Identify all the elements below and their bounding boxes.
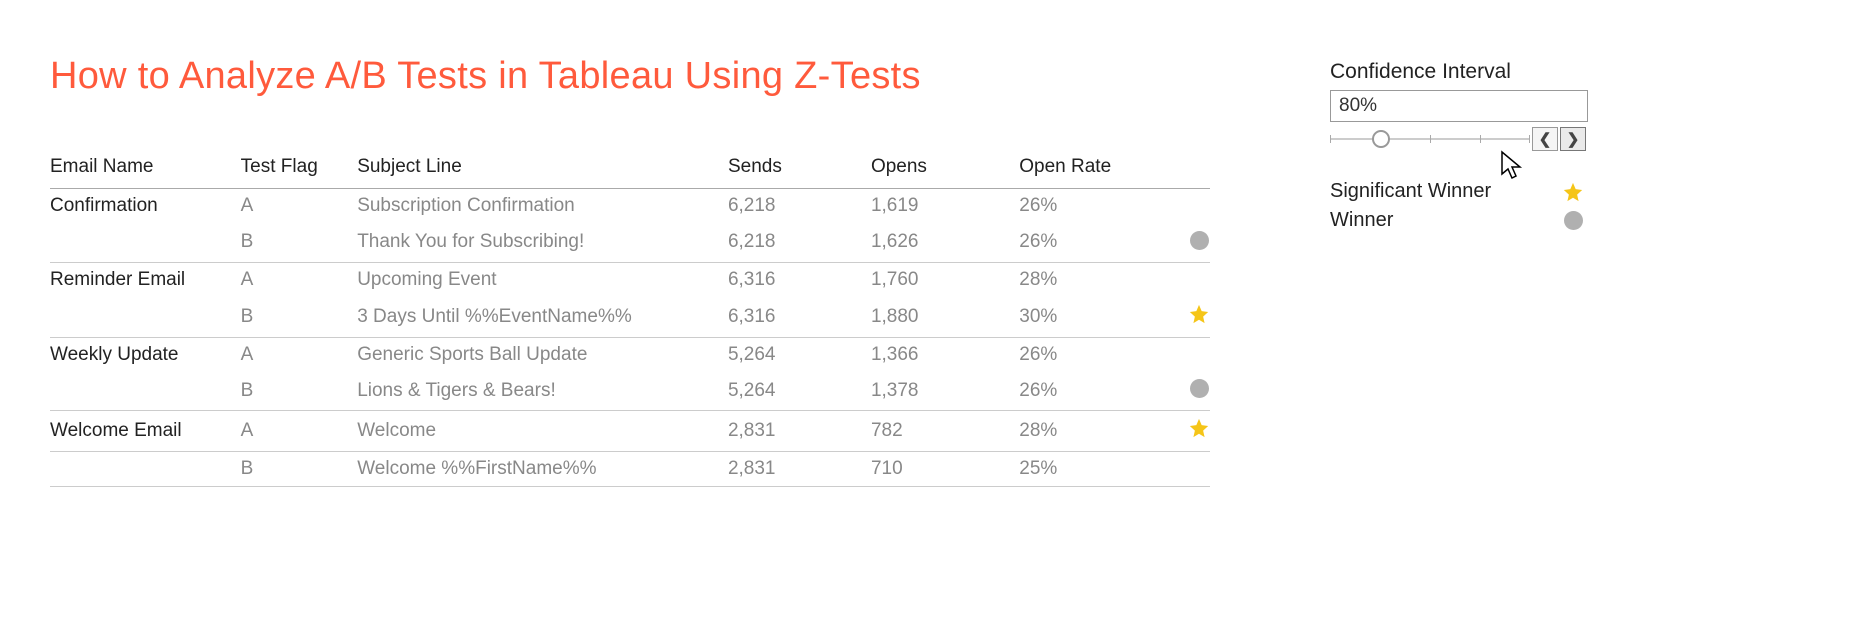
slider-next-button[interactable]: ❯ (1560, 127, 1586, 151)
cell-subject-line: Welcome %%FirstName%% (357, 452, 728, 487)
cell-test-flag: A (241, 262, 358, 297)
table-row[interactable]: BThank You for Subscribing!6,2181,62626% (50, 223, 1210, 262)
cell-email-name (50, 223, 241, 262)
header-subject-line[interactable]: Subject Line (357, 148, 728, 189)
cell-test-flag: A (241, 337, 358, 372)
cell-email-name (50, 372, 241, 411)
cell-open-rate: 30% (1019, 297, 1167, 338)
cell-open-rate: 26% (1019, 337, 1167, 372)
cell-opens: 1,760 (871, 262, 1019, 297)
cell-email-name: Confirmation (50, 189, 241, 224)
legend-winner-label: Winner (1330, 209, 1560, 232)
table-row[interactable]: Weekly UpdateAGeneric Sports Ball Update… (50, 337, 1210, 372)
header-test-flag[interactable]: Test Flag (241, 148, 358, 189)
cell-test-flag: B (241, 223, 358, 262)
star-icon (1188, 303, 1210, 325)
confidence-interval-label: Confidence Interval (1330, 60, 1630, 84)
cell-email-name (50, 297, 241, 338)
circle-icon (1560, 211, 1586, 230)
cell-winner (1168, 452, 1210, 487)
cell-subject-line: Lions & Tigers & Bears! (357, 372, 728, 411)
cell-open-rate: 26% (1019, 372, 1167, 411)
cell-winner (1168, 411, 1210, 452)
cell-winner (1168, 223, 1210, 262)
cell-sends: 6,316 (728, 297, 871, 338)
cell-subject-line: Generic Sports Ball Update (357, 337, 728, 372)
cell-winner (1168, 297, 1210, 338)
cell-open-rate: 26% (1019, 189, 1167, 224)
header-sends[interactable]: Sends (728, 148, 871, 189)
slider-thumb[interactable] (1372, 130, 1390, 148)
table-header-row: Email Name Test Flag Subject Line Sends … (50, 148, 1210, 189)
cell-sends: 6,316 (728, 262, 871, 297)
legend-significant-winner: Significant Winner (1330, 180, 1630, 203)
header-open-rate[interactable]: Open Rate (1019, 148, 1167, 189)
cell-winner (1168, 262, 1210, 297)
cell-sends: 5,264 (728, 372, 871, 411)
cell-subject-line: Thank You for Subscribing! (357, 223, 728, 262)
slider-prev-button[interactable]: ❮ (1532, 127, 1558, 151)
table-row[interactable]: BWelcome %%FirstName%%2,83171025% (50, 452, 1210, 487)
confidence-slider[interactable] (1330, 127, 1530, 151)
cell-winner (1168, 337, 1210, 372)
cell-test-flag: A (241, 189, 358, 224)
cell-email-name: Weekly Update (50, 337, 241, 372)
circle-icon (1188, 229, 1210, 251)
cell-test-flag: A (241, 411, 358, 452)
cell-sends: 6,218 (728, 223, 871, 262)
legend-winner: Winner (1330, 209, 1630, 232)
ab-test-table: Email Name Test Flag Subject Line Sends … (50, 148, 1210, 487)
header-winner (1168, 148, 1210, 189)
cell-opens: 1,626 (871, 223, 1019, 262)
cell-subject-line: 3 Days Until %%EventName%% (357, 297, 728, 338)
table-body: ConfirmationASubscription Confirmation6,… (50, 189, 1210, 487)
circle-icon (1188, 378, 1210, 400)
cell-subject-line: Upcoming Event (357, 262, 728, 297)
sidebar-controls: Confidence Interval ❮ ❯ Significant Winn… (1330, 55, 1630, 487)
cell-opens: 710 (871, 452, 1019, 487)
cell-test-flag: B (241, 297, 358, 338)
header-opens[interactable]: Opens (871, 148, 1019, 189)
cell-open-rate: 26% (1019, 223, 1167, 262)
cell-opens: 1,880 (871, 297, 1019, 338)
star-icon (1560, 181, 1586, 203)
cell-opens: 1,366 (871, 337, 1019, 372)
table-row[interactable]: B3 Days Until %%EventName%%6,3161,88030% (50, 297, 1210, 338)
chevron-right-icon: ❯ (1567, 130, 1580, 148)
cell-open-rate: 28% (1019, 262, 1167, 297)
table-row[interactable]: Welcome EmailAWelcome2,83178228% (50, 411, 1210, 452)
cell-opens: 1,619 (871, 189, 1019, 224)
cell-open-rate: 25% (1019, 452, 1167, 487)
table-row[interactable]: BLions & Tigers & Bears!5,2641,37826% (50, 372, 1210, 411)
confidence-slider-row: ❮ ❯ (1330, 126, 1630, 152)
cell-sends: 6,218 (728, 189, 871, 224)
table-row[interactable]: Reminder EmailAUpcoming Event6,3161,7602… (50, 262, 1210, 297)
main-report: How to Analyze A/B Tests in Tableau Usin… (50, 55, 1210, 487)
cell-winner (1168, 372, 1210, 411)
star-icon (1188, 417, 1210, 439)
header-email-name[interactable]: Email Name (50, 148, 241, 189)
cell-sends: 2,831 (728, 411, 871, 452)
page-title: How to Analyze A/B Tests in Tableau Usin… (50, 55, 1210, 98)
legend-significant-label: Significant Winner (1330, 180, 1560, 203)
cell-test-flag: B (241, 452, 358, 487)
cell-email-name: Welcome Email (50, 411, 241, 452)
cell-subject-line: Subscription Confirmation (357, 189, 728, 224)
chevron-left-icon: ❮ (1539, 130, 1552, 148)
cell-email-name: Reminder Email (50, 262, 241, 297)
table-row[interactable]: ConfirmationASubscription Confirmation6,… (50, 189, 1210, 224)
cell-open-rate: 28% (1019, 411, 1167, 452)
confidence-interval-input[interactable] (1330, 90, 1588, 122)
cell-winner (1168, 189, 1210, 224)
cell-opens: 1,378 (871, 372, 1019, 411)
cell-opens: 782 (871, 411, 1019, 452)
cell-test-flag: B (241, 372, 358, 411)
cell-sends: 2,831 (728, 452, 871, 487)
cell-subject-line: Welcome (357, 411, 728, 452)
cell-sends: 5,264 (728, 337, 871, 372)
cell-email-name (50, 452, 241, 487)
